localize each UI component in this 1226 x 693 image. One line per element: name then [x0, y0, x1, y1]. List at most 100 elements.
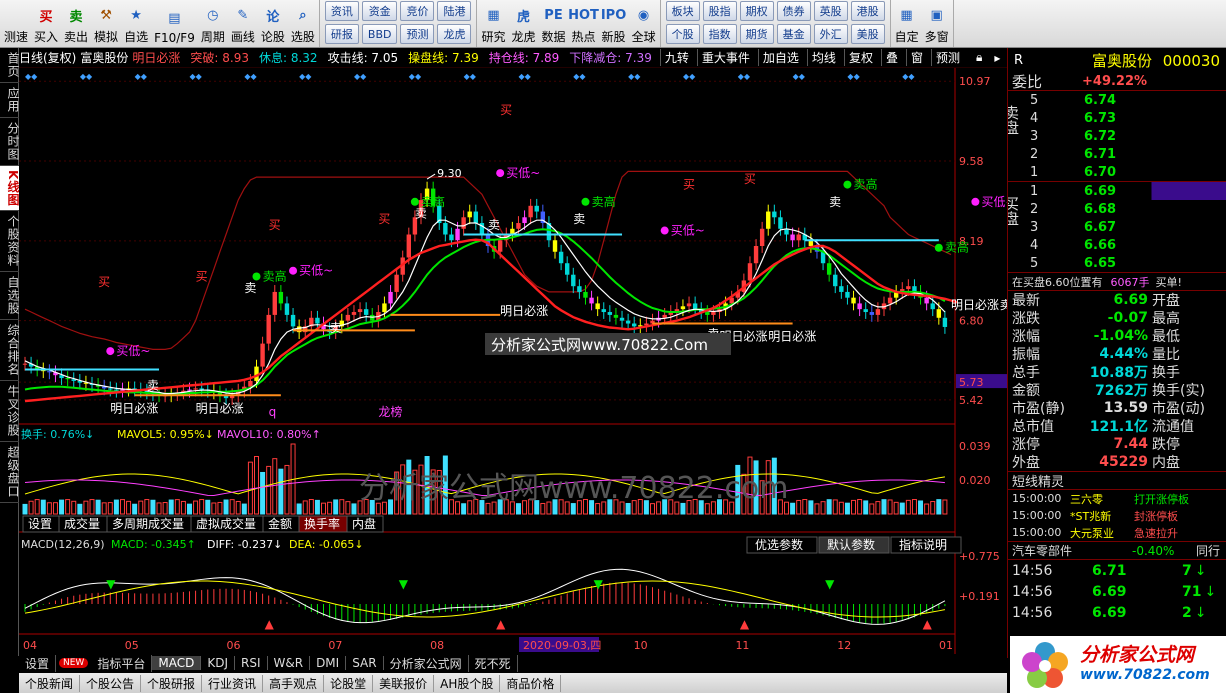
indicator-tab[interactable]: 分析家公式网 [384, 654, 469, 672]
kline-chart-area[interactable]: 日线(复权) 富奥股份 明日必涨 突破: 8.93 休息: 8.32 攻击线: 7.0… [19, 48, 1007, 654]
left-tab-7[interactable]: 牛叉诊股 [0, 381, 20, 443]
ask-row[interactable]: 4 6.73 [1030, 109, 1226, 127]
left-tab-8[interactable]: 超级盘口 [0, 442, 20, 504]
indicator-tab[interactable]: SAR [346, 656, 384, 670]
indicator-tab[interactable]: W&R [268, 656, 311, 670]
info-tab[interactable]: 个股公告 [80, 674, 142, 692]
info-grid-button[interactable]: 预测 [400, 24, 435, 44]
toolbar-item-0-button[interactable]: 测速 [1, 0, 31, 47]
info-tab[interactable]: 论股堂 [324, 674, 374, 692]
info-tab[interactable]: 商品价格 [500, 674, 562, 692]
left-tab-4[interactable]: 个股资料 [0, 211, 20, 273]
vol-tab[interactable]: 金额 [268, 516, 292, 531]
bid-row[interactable]: 4 6.66 [1030, 236, 1226, 254]
left-tab-5[interactable]: 自选股 [0, 272, 20, 321]
toolbar-item-2-button[interactable]: 卖卖出 [61, 0, 91, 47]
info-tab[interactable]: AH股个股 [434, 674, 501, 692]
diamond-marker-icon: ◆◆ [628, 72, 641, 81]
indicator-tab[interactable]: MACD [152, 656, 202, 670]
volume-bar [247, 461, 253, 515]
toolbar-mid-5-button[interactable]: ◉ 全球 [629, 0, 659, 47]
indicator-tab[interactable]: 指标平台 [91, 654, 153, 672]
toolbar-right-0-button[interactable]: ▦ 自定 [892, 0, 922, 47]
bid-row[interactable]: 3 6.67 [1030, 218, 1226, 236]
market-grid-button[interactable]: 英股 [813, 1, 848, 21]
ask-row[interactable]: 3 6.72 [1030, 127, 1226, 145]
price-tick-label: 6.80 [959, 315, 984, 328]
toolbar-right-1-button[interactable]: ▣ 多窗 [922, 0, 952, 47]
market-grid-button[interactable]: 美股 [850, 24, 885, 44]
indicator-tab[interactable]: RSI [235, 656, 268, 670]
vol-tab[interactable]: 多周期成交量 [112, 516, 184, 531]
market-grid-button[interactable]: 港股 [850, 1, 885, 21]
candle-body [887, 297, 893, 304]
info-tab[interactable]: 高手观点 [263, 674, 325, 692]
info-tab[interactable]: 行业资讯 [202, 674, 264, 692]
market-grid-button[interactable]: 债券 [776, 1, 811, 21]
macd-button[interactable]: 优选参数 [755, 537, 803, 552]
indicator-tab[interactable]: KDJ [201, 656, 235, 670]
left-tab-1[interactable]: 应用 [0, 83, 20, 118]
info-grid-button[interactable]: 资金 [361, 1, 398, 21]
info-tab[interactable]: 个股研报 [141, 674, 203, 692]
indicator-tab[interactable]: 设置 [19, 654, 57, 672]
indicator-tab[interactable]: 死不死 [469, 654, 518, 672]
bid-row[interactable]: 5 6.65 [1030, 254, 1226, 272]
sector-more-link[interactable]: 同行 [1196, 542, 1220, 559]
volume-bar [302, 500, 308, 515]
bid-row[interactable]: 2 6.68 [1030, 200, 1226, 218]
market-grid-button[interactable]: 外汇 [813, 24, 848, 44]
vol-tab[interactable]: 成交量 [64, 516, 100, 531]
macd-button[interactable]: 指标说明 [899, 537, 947, 552]
info-grid-button[interactable]: 陆港 [437, 1, 472, 21]
left-tab-2[interactable]: 分时图 [0, 118, 20, 166]
bid-row[interactable]: 1 6.69 [1030, 182, 1226, 200]
market-grid-button[interactable]: 股指 [702, 1, 737, 21]
market-grid-button[interactable]: 期货 [739, 24, 774, 44]
market-grid-button[interactable]: 基金 [776, 24, 811, 44]
ask-row[interactable]: 1 6.70 [1030, 163, 1226, 181]
left-tab-6[interactable]: 综合排名 [0, 320, 20, 382]
chart-canvas[interactable]: 10.979.588.196.805.735.429.30明日必涨 明日必涨明日必… [19, 48, 1007, 654]
market-grid-button[interactable]: 指数 [702, 24, 737, 44]
toolbar-item-8-button[interactable]: 论论股 [258, 0, 288, 47]
diamond-marker-icon: ◆◆ [244, 72, 257, 81]
toolbar-item-6-button[interactable]: ◷ 周期 [198, 0, 228, 47]
left-tab-3[interactable]: K线图 [0, 166, 20, 212]
toolbar-mid-1-button[interactable]: 虎龙虎 [509, 0, 539, 47]
vol-tab[interactable]: 设置 [28, 517, 52, 531]
vol-tab[interactable]: 虚拟成交量 [196, 516, 256, 531]
vol-tab[interactable]: 内盘 [352, 516, 376, 531]
macd-button[interactable]: 默认参数 [827, 537, 875, 552]
ask-row[interactable]: 5 6.74 [1030, 91, 1226, 109]
info-grid-button[interactable]: 研报 [324, 24, 359, 44]
toolbar-item-4-button[interactable]: ★ 自选 [121, 0, 151, 47]
toolbar-item-5-button[interactable]: ▤ F10/F9 [151, 0, 198, 47]
market-grid-button[interactable]: 板块 [665, 1, 700, 21]
info-grid-button[interactable]: 龙虎 [437, 24, 472, 44]
volume-bar [241, 503, 247, 515]
toolbar-item-3-button[interactable]: ⚒ 模拟 [91, 0, 121, 47]
toolbar-item-7-button[interactable]: ✎ 画线 [228, 0, 258, 47]
vol-tab[interactable]: 换手率 [304, 516, 340, 531]
info-grid-button[interactable]: BBD [361, 24, 398, 44]
elf-row[interactable]: 15:00:00 大元泵业 急速拉升 [1012, 524, 1226, 541]
market-grid-button[interactable]: 个股 [665, 24, 700, 44]
info-tab[interactable]: 美联报价 [373, 674, 435, 692]
toolbar-mid-0-button[interactable]: ▦ 研究 [478, 0, 508, 47]
elf-row[interactable]: 15:00:00 三六零 打开涨停板 [1012, 490, 1226, 507]
toolbar-mid-2-button[interactable]: PE 数据 [539, 0, 569, 47]
left-tab-0[interactable]: 首页 [0, 48, 20, 83]
elf-row[interactable]: 15:00:00 *ST兆新 封涨停板 [1012, 507, 1226, 524]
indicator-tab[interactable]: NEW [59, 658, 89, 668]
toolbar-item-9-button[interactable]: ⌕ 选股 [288, 0, 318, 47]
indicator-tab[interactable]: DMI [310, 656, 347, 670]
info-grid-button[interactable]: 竞价 [400, 1, 435, 21]
info-grid-button[interactable]: 资讯 [324, 1, 359, 21]
ask-row[interactable]: 2 6.71 [1030, 145, 1226, 163]
market-grid-button[interactable]: 期权 [739, 1, 774, 21]
info-tab[interactable]: 个股新闻 [19, 674, 81, 692]
toolbar-mid-3-button[interactable]: HOT 热点 [568, 0, 599, 47]
toolbar-item-1-button[interactable]: 买买入 [31, 0, 61, 47]
toolbar-mid-4-button[interactable]: IPO 新股 [599, 0, 629, 47]
